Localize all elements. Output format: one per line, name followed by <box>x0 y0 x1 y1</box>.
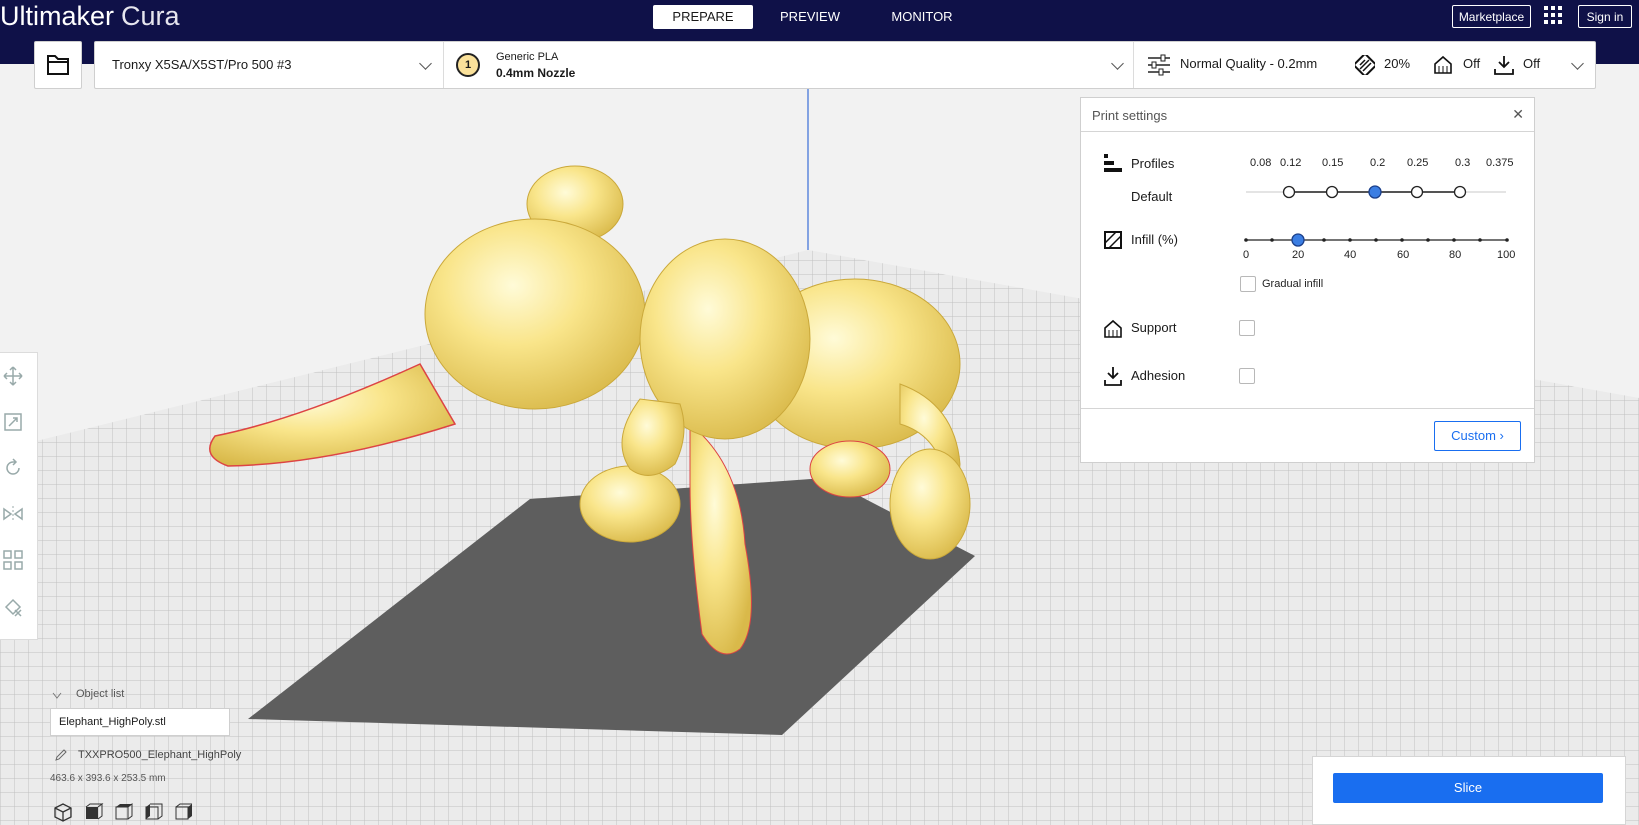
infill-label: Infill (%) <box>1131 232 1178 247</box>
view-3d-icon[interactable] <box>52 801 74 823</box>
object-list-label[interactable]: Object list <box>76 688 124 700</box>
view-front-icon[interactable] <box>82 801 104 823</box>
sign-in-button[interactable]: Sign in <box>1578 5 1632 28</box>
gradual-infill-label: Gradual infill <box>1262 278 1324 290</box>
panel-title: Print settings <box>1092 108 1168 123</box>
layer-height-tick: 0.08 <box>1250 157 1272 169</box>
tab-prepare[interactable]: PREPARE <box>653 5 753 29</box>
apps-grid-icon[interactable] <box>1544 6 1566 28</box>
extruder-badge: 1 <box>456 53 480 77</box>
pencil-icon[interactable] <box>54 748 68 762</box>
infill-tick: 0 <box>1243 249 1250 261</box>
profiles-label: Profiles <box>1131 156 1175 171</box>
printer-name: Tronxy X5SA/X5ST/Pro 500 #3 <box>112 57 292 72</box>
model-dimensions: 463.6 x 393.6 x 253.5 mm <box>50 773 166 784</box>
custom-button-label: Custom <box>1451 428 1496 443</box>
infill-tick: 60 <box>1397 249 1410 261</box>
gradual-infill-checkbox[interactable] <box>1240 276 1256 292</box>
layer-height-tick: 0.12 <box>1280 157 1302 169</box>
view-left-icon[interactable] <box>142 801 164 823</box>
divider <box>1081 131 1534 132</box>
tab-preview[interactable]: PREVIEW <box>760 5 860 29</box>
mirror-tool-icon[interactable] <box>2 503 24 525</box>
profile-default-label: Default <box>1131 189 1173 204</box>
infill-icon <box>1104 231 1122 249</box>
slice-panel: Slice <box>1312 756 1626 825</box>
layer-height-tick: 0.2 <box>1370 157 1386 169</box>
divider <box>1081 408 1534 409</box>
tool-rail <box>0 352 38 640</box>
layer-height-tick: 0.375 <box>1486 157 1514 169</box>
infill-icon <box>1355 55 1375 75</box>
brand-name: Ultimaker <box>0 1 115 31</box>
infill-summary: 20% <box>1384 56 1411 71</box>
layer-height-tick: 0.15 <box>1322 157 1344 169</box>
support-blocker-icon[interactable] <box>2 595 24 617</box>
adhesion-icon <box>1494 56 1514 75</box>
open-file-button[interactable] <box>34 41 82 89</box>
marketplace-button[interactable]: Marketplace <box>1452 5 1531 28</box>
adhesion-label: Adhesion <box>1131 368 1186 383</box>
quality-sliders-icon <box>1148 54 1170 76</box>
chevron-down-icon[interactable] <box>52 692 62 700</box>
layer-height-tick: 0.25 <box>1407 157 1429 169</box>
custom-button[interactable]: Custom › <box>1434 421 1521 451</box>
app-logo: Ultimaker Cura <box>0 0 180 34</box>
infill-tick: 100 <box>1497 249 1516 261</box>
infill-tick: 20 <box>1292 249 1305 261</box>
profiles-icon <box>1104 154 1122 172</box>
material-name: Generic PLA <box>496 51 559 63</box>
layer-height-slider[interactable] <box>1246 185 1516 199</box>
per-model-settings-icon[interactable] <box>2 549 24 571</box>
folder-icon <box>47 55 69 75</box>
infill-tick: 40 <box>1344 249 1357 261</box>
material-selector[interactable]: 1 Generic PLA 0.4mm Nozzle <box>443 42 1134 88</box>
view-right-icon[interactable] <box>172 801 194 823</box>
adhesion-checkbox[interactable] <box>1239 368 1255 384</box>
support-icon <box>1434 55 1452 74</box>
chevron-down-icon <box>419 57 432 70</box>
move-tool-icon[interactable] <box>2 365 24 387</box>
chevron-down-icon <box>1571 57 1584 70</box>
close-icon[interactable]: ✕ <box>1512 106 1524 123</box>
support-checkbox[interactable] <box>1239 320 1255 336</box>
slice-button[interactable]: Slice <box>1333 773 1603 803</box>
header-toolbar: Tronxy X5SA/X5ST/Pro 500 #3 1 Generic PL… <box>94 41 1596 89</box>
rotate-tool-icon[interactable] <box>2 457 24 479</box>
view-top-icon[interactable] <box>112 801 134 823</box>
infill-slider[interactable] <box>1243 233 1513 247</box>
print-settings-panel: Print settings ✕ Profiles Default 0.08 0… <box>1080 97 1535 463</box>
job-name[interactable]: TXXPRO500_Elephant_HighPoly <box>78 749 241 761</box>
chevron-down-icon <box>1111 57 1124 70</box>
printer-selector[interactable]: Tronxy X5SA/X5ST/Pro 500 #3 <box>95 42 444 88</box>
support-icon <box>1104 319 1122 338</box>
scale-tool-icon[interactable] <box>2 411 24 433</box>
infill-tick: 80 <box>1449 249 1462 261</box>
adhesion-icon <box>1104 367 1122 386</box>
print-settings-summary[interactable]: Normal Quality - 0.2mm 20% Off Off <box>1133 42 1595 88</box>
adhesion-summary: Off <box>1523 56 1541 71</box>
product-name: Cura <box>121 1 180 31</box>
nozzle-size: 0.4mm Nozzle <box>496 66 576 80</box>
quality-summary: Normal Quality - 0.2mm <box>1180 56 1318 71</box>
support-label: Support <box>1131 320 1177 335</box>
object-list-item[interactable]: Elephant_HighPoly.stl <box>50 708 230 736</box>
layer-height-tick: 0.3 <box>1455 157 1471 169</box>
tab-monitor[interactable]: MONITOR <box>872 5 972 29</box>
support-summary: Off <box>1463 56 1481 71</box>
